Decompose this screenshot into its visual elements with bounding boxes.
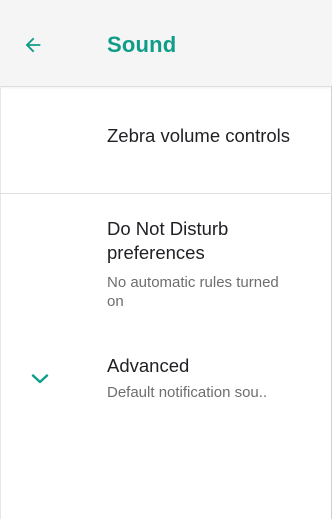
page-title: Sound bbox=[107, 32, 177, 57]
app-bar: Sound bbox=[0, 0, 332, 87]
pref-summary: Default notification sou.. bbox=[107, 384, 268, 401]
pref-title: Zebra volume controls bbox=[107, 125, 291, 146]
pref-advanced[interactable]: Advanced Default notification sou.. bbox=[0, 340, 332, 420]
chevron-down-icon bbox=[31, 374, 49, 384]
pref-title: Advanced bbox=[107, 355, 190, 376]
pref-zebra-volume-controls[interactable]: Zebra volume controls bbox=[0, 87, 332, 192]
back-button[interactable] bbox=[22, 23, 70, 67]
pref-title: Do Not Disturb preferences bbox=[107, 218, 229, 263]
pref-do-not-disturb[interactable]: Do Not Disturb preferences No automatic … bbox=[0, 194, 332, 329]
arrow-back-icon bbox=[25, 37, 41, 53]
pref-summary: No automatic rules turned on bbox=[107, 274, 279, 310]
sound-settings-screen: Sound Zebra volume controls Do Not Distu… bbox=[0, 0, 332, 519]
